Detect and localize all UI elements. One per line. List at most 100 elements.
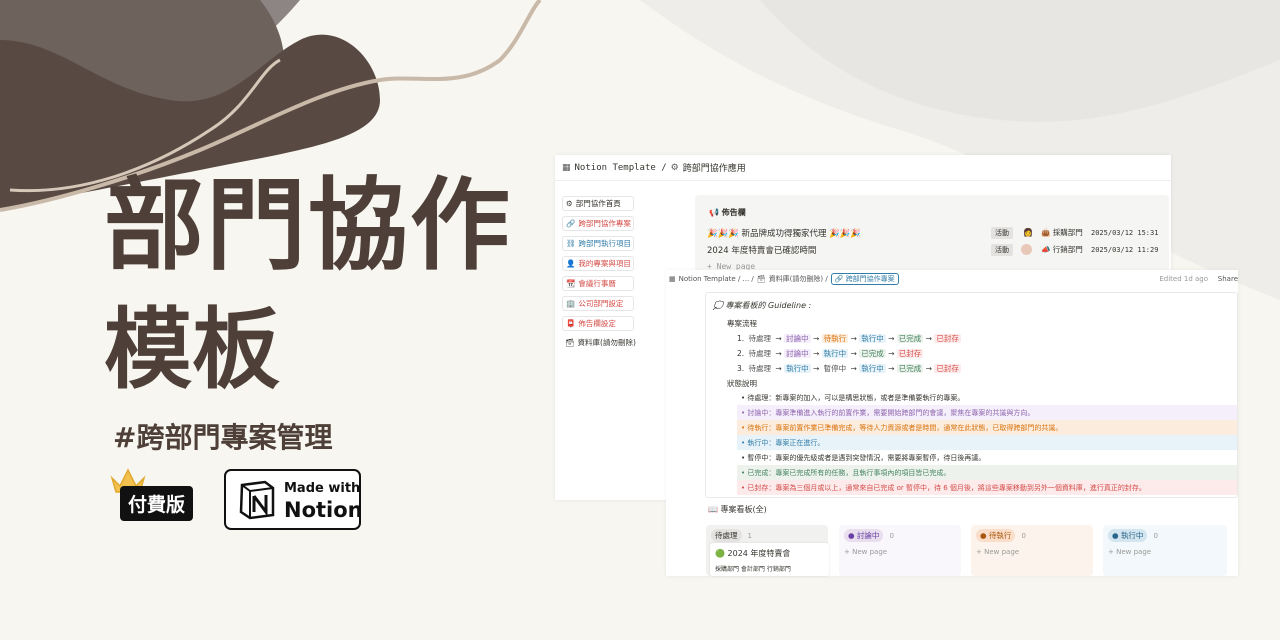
status-tag: 執行中 bbox=[859, 334, 886, 343]
notion-page-icon: ▦ bbox=[562, 162, 571, 173]
book-icon: 📖 bbox=[708, 505, 718, 514]
status-row: • 已完成：專案已完成所有的任務，且執行事項內的項目皆已完成。 bbox=[737, 465, 1237, 480]
megaphone-icon: 📢 bbox=[709, 208, 719, 217]
sidebar-item-departments[interactable]: 🏢 公司部門設定 bbox=[562, 296, 634, 311]
status-tag: 執行中 bbox=[821, 349, 849, 358]
arrow-icon: → bbox=[848, 334, 860, 343]
board-column-pending: ● 待執行 0 + New page bbox=[971, 525, 1093, 576]
hero-hashtag: #跨部門專案管理 bbox=[113, 421, 333, 454]
status-tag: 執行中 bbox=[859, 364, 886, 373]
bulletin-heading: 📢 佈告欄 bbox=[709, 208, 746, 217]
share-button[interactable]: Share bbox=[1218, 275, 1238, 283]
arrow-icon: → bbox=[923, 364, 935, 373]
notion-logo-icon bbox=[239, 480, 275, 520]
top-breadcrumb: ▦ Notion Template / ⚙ 跨部門協作應用 bbox=[555, 155, 1171, 181]
sidebar-item-tasks[interactable]: ⛓ 跨部門執行項目 bbox=[562, 236, 634, 251]
status-tag: 執行中 bbox=[784, 364, 811, 373]
bulletin-row-type: 活動 bbox=[991, 243, 1013, 256]
status-row: • 執行中：專案正在進行。 bbox=[737, 435, 1237, 450]
column-label: ● 執行中 bbox=[1108, 529, 1148, 542]
board-card[interactable]: 🟢 2024 年度特賣會 採購部門 會計部門 行銷部門 bbox=[710, 543, 829, 576]
calendar-icon: 📆 bbox=[566, 279, 576, 288]
bulletin-row[interactable]: 2024 年度特賣會已確認時間 活動 📣 行銷部門 2025/03/12 11:… bbox=[707, 242, 1161, 257]
status-tag: 已完成 bbox=[896, 364, 924, 373]
paid-version-badge: 付費版 bbox=[120, 486, 194, 521]
bulletin-row-type: 活動 bbox=[991, 226, 1013, 239]
archive-icon: 🗃 bbox=[565, 338, 575, 347]
flow-number: 1. bbox=[737, 334, 747, 343]
column-label: 待處理 bbox=[711, 529, 742, 542]
arrow-icon: → bbox=[773, 364, 785, 373]
breadcrumb-page[interactable]: 🔗 跨部門協作專案 bbox=[830, 273, 899, 285]
gear-icon: ⚙ bbox=[670, 162, 679, 173]
arrow-icon: → bbox=[773, 349, 785, 358]
status-tag: 已完成 bbox=[859, 349, 886, 358]
flow-line: 1. 待處理 → 討論中 → 待執行 → 執行中 → 已完成 → 已封存 bbox=[737, 333, 961, 344]
bulletin-row[interactable]: 🎉🎉🎉 新品牌成功得獨家代理 🎉🎉🎉 活動 👩 👜 採購部門 2025/03/1… bbox=[707, 225, 1161, 240]
board-column-todo: 待處理 1 🟢 2024 年度特賣會 採購部門 會計部門 行銷部門 bbox=[706, 525, 829, 576]
status-tag: 討論中 bbox=[784, 334, 811, 343]
board-column-in-progress: ● 執行中 0 + New page bbox=[1103, 525, 1227, 576]
avatar: 👩 bbox=[1023, 228, 1033, 237]
status-tag: 待處理 bbox=[748, 364, 772, 373]
gear-icon: ⚙ bbox=[566, 199, 573, 208]
breadcrumb-mid[interactable]: 資料庫(請勿刪除) / bbox=[769, 274, 828, 284]
status-row: • 待執行：專案前置作業已準備完成，等待人力資源或者是時間，通常在此狀態，已取得… bbox=[737, 420, 1237, 435]
sidebar-item-bulletin-settings[interactable]: 📮 佈告欄設定 bbox=[562, 316, 634, 331]
arrow-icon: → bbox=[773, 334, 785, 343]
link-icon: 🔗 bbox=[566, 219, 576, 228]
mailbox-icon: 📮 bbox=[566, 319, 576, 328]
status-tag: 待處理 bbox=[748, 334, 772, 343]
status-tag: 已封存 bbox=[896, 349, 924, 358]
notion-text: Notion bbox=[284, 498, 363, 522]
bulletin-row-dept: 📣 行銷部門 bbox=[1041, 245, 1083, 254]
arrow-icon: → bbox=[885, 349, 897, 358]
breadcrumb-root[interactable]: Notion Template / ... / bbox=[679, 275, 754, 283]
status-row: • 待處理：新專案的加入，可以是構思狀態，或者是準備要執行的專案。 bbox=[741, 393, 965, 402]
speech-bubble-icon: 💭 bbox=[713, 301, 723, 310]
new-page-button[interactable]: + New page bbox=[844, 548, 956, 556]
breadcrumb-page[interactable]: 跨部門協作應用 bbox=[683, 161, 746, 174]
building-icon: 🏢 bbox=[566, 299, 576, 308]
sidebar-item-calendar[interactable]: 📆 會議行事曆 bbox=[562, 276, 634, 291]
board-column-discussing: ● 討論中 0 + New page bbox=[839, 525, 961, 576]
status-row: • 暫停中：專案的優先級或者是遇到突發情況，需要將專案暫停，待日後再議。 bbox=[741, 453, 986, 462]
sidebar-item-database[interactable]: 🗃 資料庫(請勿刪除) bbox=[562, 335, 652, 350]
flow-number: 2. bbox=[737, 349, 747, 358]
hero-title-line1: 部門協作 bbox=[104, 167, 512, 284]
status-heading: 狀態說明 bbox=[727, 379, 757, 388]
notion-window-project-board: ▦ Notion Template / ... / 🗃 資料庫(請勿刪除) / … bbox=[666, 270, 1238, 576]
status-row: • 討論中：專案準備進入執行的前置作業，需要開始跨部門的會議，聚焦在專案的共識與… bbox=[737, 405, 1237, 420]
status-row: • 已封存：專案為三個月或以上，通常來自已完成 or 暫停中，待 6 個月後，將… bbox=[737, 480, 1237, 495]
arrow-icon: → bbox=[885, 334, 897, 343]
guideline-title: 💭 專案看板的 Guideline : bbox=[713, 301, 812, 310]
top-breadcrumb: ▦ Notion Template / ... / 🗃 資料庫(請勿刪除) / … bbox=[666, 270, 1238, 288]
flow-line: 3. 待處理 → 執行中 → 暫停中 → 執行中 → 已完成 → 已封存 bbox=[737, 363, 961, 374]
notion-page-icon: ▦ bbox=[669, 275, 676, 283]
flow-line: 2. 待處理 → 討論中 → 執行中 → 已完成 → 已封存 bbox=[737, 348, 924, 359]
column-label: ● 討論中 bbox=[844, 529, 884, 542]
arrow-icon: → bbox=[810, 349, 822, 358]
made-with-notion-badge: Made with Notion bbox=[224, 469, 363, 530]
flow-number: 3. bbox=[737, 364, 747, 373]
sidebar-item-projects[interactable]: 🔗 跨部門協作專案 bbox=[562, 216, 634, 231]
new-page-button[interactable]: + New page bbox=[1108, 548, 1220, 556]
breadcrumb-root[interactable]: Notion Template / bbox=[575, 163, 667, 173]
bulletin-row-title[interactable]: 🎉🎉🎉 新品牌成功得獨家代理 🎉🎉🎉 bbox=[707, 227, 861, 239]
column-label: ● 待執行 bbox=[976, 529, 1016, 542]
arrow-icon: → bbox=[848, 364, 860, 373]
status-tag: 已封存 bbox=[934, 334, 961, 343]
bulletin-row-title[interactable]: 2024 年度特賣會已確認時間 bbox=[707, 244, 816, 256]
bulletin-row-date: 2025/03/12 15:31 bbox=[1091, 228, 1159, 237]
flow-heading: 專案流程 bbox=[727, 319, 757, 328]
card-title[interactable]: 🟢 2024 年度特賣會 bbox=[715, 548, 790, 559]
status-tag: 待執行 bbox=[821, 334, 849, 343]
hero-title-line2: 模板 bbox=[104, 298, 281, 401]
arrow-icon: → bbox=[810, 334, 822, 343]
sidebar-item-home[interactable]: ⚙ 部門協作首頁 bbox=[562, 196, 634, 211]
new-page-button[interactable]: + New page bbox=[976, 548, 1088, 556]
arrow-icon: → bbox=[848, 349, 860, 358]
board-heading: 📖 專案看板(全) bbox=[708, 505, 767, 514]
card-departments: 採購部門 會計部門 行銷部門 bbox=[715, 566, 791, 573]
sidebar-item-my-projects[interactable]: 👤 我的專案與項目 bbox=[562, 256, 634, 271]
